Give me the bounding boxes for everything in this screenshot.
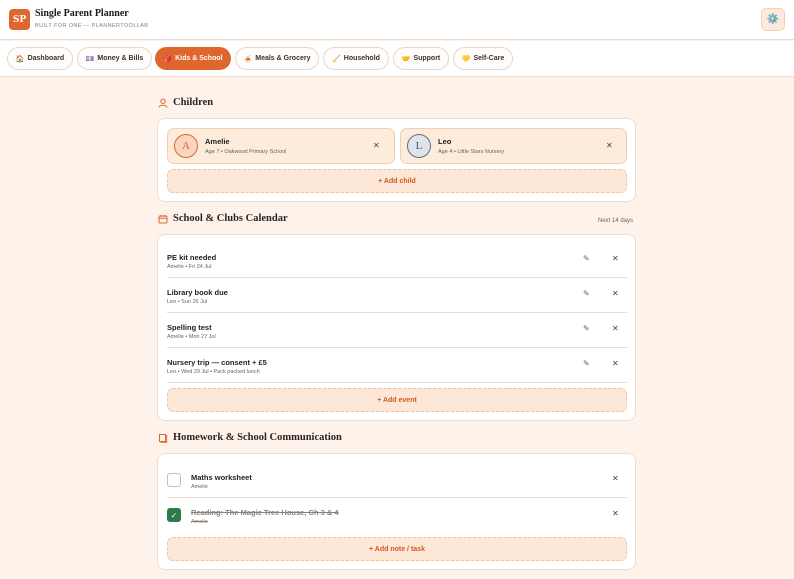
- homework-child: Amelie: [191, 519, 208, 525]
- add-child-button[interactable]: + Add child: [167, 169, 627, 193]
- notebook-icon: [159, 433, 168, 443]
- homework-child: Amelie: [191, 484, 208, 490]
- calendar-title: School & Clubs Calendar: [173, 213, 288, 224]
- heart-icon: 💛: [461, 55, 471, 63]
- child-name: Leo: [438, 137, 452, 146]
- event-title: PE kit needed: [167, 253, 217, 262]
- edit-icon[interactable]: ✎: [583, 360, 590, 368]
- homework-checkbox[interactable]: ✓: [167, 508, 181, 522]
- tab-support[interactable]: 🤝 Support: [393, 47, 449, 70]
- add-note-button[interactable]: + Add note / task: [167, 537, 627, 561]
- child-card-leo[interactable]: L Leo Age 4 • Little Stars Nursery ✕: [400, 128, 627, 164]
- homework-checkbox[interactable]: [167, 473, 181, 487]
- calendar-range: Next 14 days: [598, 218, 634, 224]
- tab-label: Household: [343, 55, 380, 62]
- add-event-button[interactable]: + Add event: [167, 388, 627, 412]
- app-header: SP Single Parent Planner BUILT FOR ONE —…: [0, 0, 794, 40]
- homework-row: Maths worksheet Amelie ✕: [167, 463, 627, 498]
- children-header: Children: [158, 97, 213, 108]
- close-icon[interactable]: ✕: [612, 325, 619, 333]
- homework-header: Homework & School Communication: [158, 432, 342, 443]
- event-row: Library book due Leo • Sun 26 Jul ✎ ✕: [167, 278, 627, 313]
- event-row: Nursery trip — consent + £5 Leo • Wed 29…: [167, 348, 627, 383]
- tab-label: Kids & School: [175, 55, 223, 62]
- tab-bar: 🏠 Dashboard 💷 Money & Bills 🎒 Kids & School…: [0, 41, 794, 77]
- tab-label: Dashboard: [27, 55, 65, 62]
- app-title: Single Parent Planner: [35, 8, 129, 19]
- child-name: Amelie: [205, 137, 230, 146]
- event-meta: Amelie • Fri 24 Jul: [167, 264, 212, 270]
- child-card-amelie[interactable]: A Amelie Age 7 • Oakwood Primary School …: [167, 128, 395, 164]
- homework-card: Maths worksheet Amelie ✕ ✓ Reading: The …: [157, 453, 636, 570]
- tab-label: Self-Care: [473, 55, 505, 62]
- tab-money-bills[interactable]: 💷 Money & Bills: [77, 47, 152, 70]
- money-icon: 💷: [85, 55, 95, 63]
- tab-label: Support: [413, 55, 441, 62]
- close-icon[interactable]: ✕: [606, 142, 613, 150]
- homework-title: Homework & School Communication: [173, 432, 342, 443]
- close-icon[interactable]: ✕: [612, 475, 619, 483]
- meal-icon: 🍝: [243, 55, 253, 63]
- app-subtitle: BUILT FOR ONE — PLANNERTOOLLAB: [35, 23, 149, 29]
- tab-household[interactable]: 🧹 Household: [323, 47, 389, 70]
- person-icon: [158, 98, 168, 108]
- homework-title: Reading: The Magic Tree House, Ch 3 & 4: [191, 508, 339, 517]
- check-icon: ✓: [170, 510, 178, 520]
- edit-icon[interactable]: ✎: [583, 255, 590, 263]
- tab-kids-school[interactable]: 🎒 Kids & School: [155, 47, 231, 70]
- children-title: Children: [173, 97, 214, 108]
- child-meta: Age 4 • Little Stars Nursery: [438, 149, 505, 155]
- homework-row: ✓ Reading: The Magic Tree House, Ch 3 & …: [167, 498, 627, 533]
- avatar: A: [174, 134, 198, 158]
- event-title: Library book due: [167, 288, 228, 297]
- settings-button[interactable]: ⚙️: [761, 8, 785, 31]
- calendar-header: School & Clubs Calendar: [158, 213, 288, 224]
- backpack-icon: 🎒: [163, 55, 173, 63]
- app-logo: SP: [9, 9, 30, 30]
- calendar-card: PE kit needed Amelie • Fri 24 Jul ✎ ✕ Li…: [157, 234, 636, 421]
- tab-label: Meals & Grocery: [255, 55, 311, 62]
- tab-label: Money & Bills: [97, 55, 144, 62]
- homework-title: Maths worksheet: [191, 473, 252, 482]
- child-meta: Age 7 • Oakwood Primary School: [205, 149, 287, 155]
- close-icon[interactable]: ✕: [612, 360, 619, 368]
- children-card: A Amelie Age 7 • Oakwood Primary School …: [157, 118, 636, 202]
- edit-icon[interactable]: ✎: [583, 290, 590, 298]
- tab-meals-grocery[interactable]: 🍝 Meals & Grocery: [235, 47, 319, 70]
- event-title: Nursery trip — consent + £5: [167, 358, 267, 367]
- event-meta: Leo • Sun 26 Jul: [167, 299, 208, 305]
- close-icon[interactable]: ✕: [612, 290, 619, 298]
- edit-icon[interactable]: ✎: [583, 325, 590, 333]
- avatar: L: [407, 134, 431, 158]
- broom-icon: 🧹: [332, 55, 341, 63]
- event-title: Spelling test: [167, 323, 212, 332]
- close-icon[interactable]: ✕: [373, 142, 380, 150]
- handshake-icon: 🤝: [401, 55, 411, 63]
- event-row: Spelling test Amelie • Mon 27 Jul ✎ ✕: [167, 313, 627, 348]
- tab-dashboard[interactable]: 🏠 Dashboard: [7, 47, 73, 70]
- close-icon[interactable]: ✕: [612, 510, 619, 518]
- gear-icon: ⚙️: [766, 14, 780, 25]
- close-icon[interactable]: ✕: [612, 255, 619, 263]
- event-meta: Amelie • Mon 27 Jul: [167, 334, 216, 340]
- event-meta: Leo • Wed 29 Jul • Pack packed lunch: [167, 369, 260, 375]
- calendar-icon: [158, 214, 168, 223]
- event-row: PE kit needed Amelie • Fri 24 Jul ✎ ✕: [167, 243, 627, 278]
- house-icon: 🏠: [15, 55, 25, 63]
- tab-self-care[interactable]: 💛 Self-Care: [453, 47, 513, 70]
